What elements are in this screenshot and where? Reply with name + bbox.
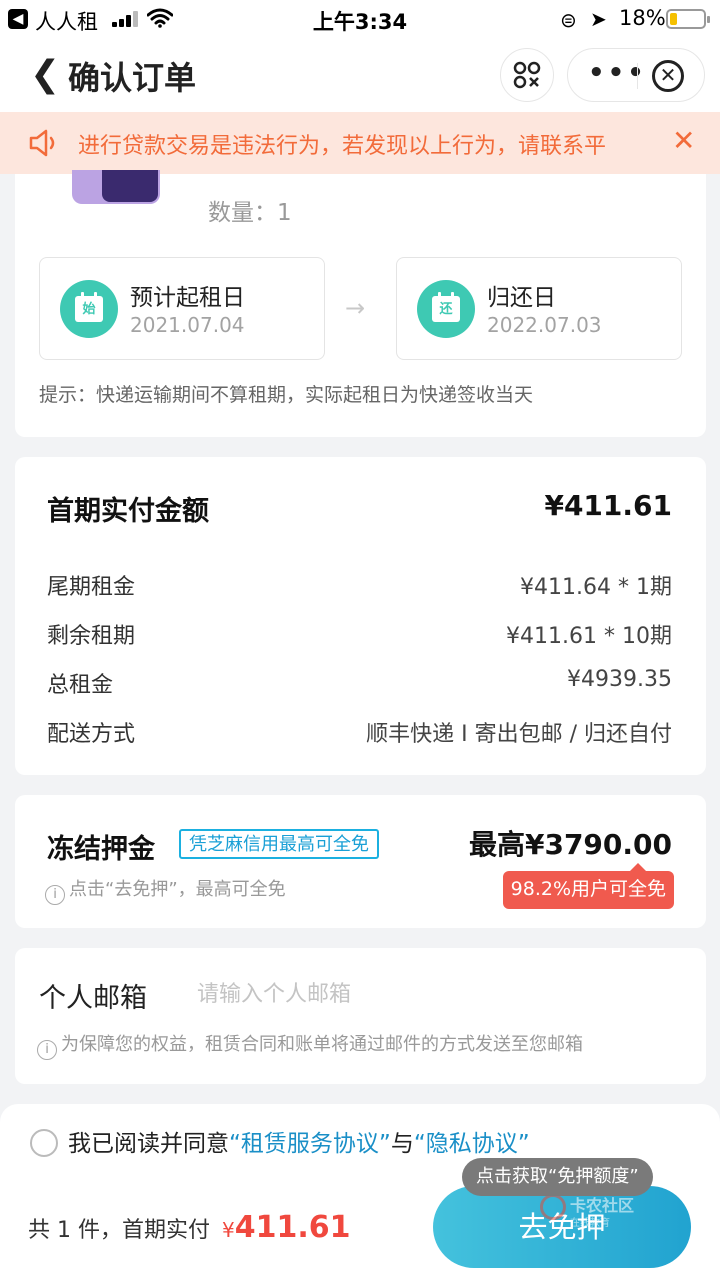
deposit-label: 冻结押金	[47, 834, 155, 865]
bottom-bar: 我已阅读并同意“租赁服务协议”与“隐私协议” 点击获取“免押额度” 共 1 件，…	[0, 1104, 720, 1280]
deposit-card: 冻结押金 凭芝麻信用最高可全免 最高¥3790.00 i 点击“去免押”，最高可全…	[15, 795, 706, 928]
watermark-subtitle: 在线教育	[570, 1218, 610, 1229]
payment-row-value: ¥4939.35	[567, 667, 672, 692]
email-label: 个人邮箱	[39, 983, 147, 1014]
total-price: ¥411.61	[221, 1210, 351, 1245]
agree-radio[interactable]	[30, 1129, 58, 1157]
total-summary: 共 1 件，首期实付 ¥411.61	[28, 1210, 351, 1245]
order-info-card: 数量：1 始 预计起租日 2021.07.04 → 还 归还日 2022.07.…	[15, 170, 706, 437]
watermark-logo-icon	[540, 1194, 566, 1220]
agreement-row: 我已阅读并同意“租赁服务协议”与“隐私协议”	[30, 1124, 530, 1158]
battery-percent: 18%	[619, 6, 666, 30]
deposit-tag: 凭芝麻信用最高可全免	[179, 829, 379, 859]
rotation-lock-icon: ⊜	[560, 8, 577, 32]
notice-text: 进行贷款交易是违法行为，若发现以上行为，请联系平	[78, 134, 607, 159]
rent-start-label: 预计起租日	[130, 285, 245, 311]
payment-row-label: 总租金	[47, 673, 114, 698]
rent-end-label: 归还日	[487, 285, 556, 311]
deposit-free-badge: 98.2%用户可全免	[502, 863, 674, 909]
clock: 上午3:34	[312, 10, 408, 34]
more-dots-icon[interactable]: •••	[588, 58, 647, 88]
rent-start-box: 始 预计起租日 2021.07.04	[39, 257, 325, 360]
location-icon: ➤	[590, 7, 607, 31]
product-quantity: 数量：1	[208, 200, 292, 226]
rent-end-date: 2022.07.03	[487, 313, 602, 337]
arrow-right-icon: →	[345, 294, 366, 322]
payment-row-label: 剩余租期	[47, 624, 136, 649]
rent-end-box: 还 归还日 2022.07.03	[396, 257, 682, 360]
payment-row-label: 尾期租金	[47, 575, 136, 600]
deposit-amount: 最高¥3790.00	[468, 828, 672, 861]
battery-icon	[666, 9, 710, 29]
rental-agreement-link[interactable]: “租赁服务协议”	[229, 1131, 391, 1157]
payment-row: 剩余租期 ¥411.61 * 10期	[47, 618, 672, 649]
calendar-end-icon: 还	[417, 280, 475, 338]
calendar-start-icon: 始	[60, 280, 118, 338]
rent-tip: 提示：快递运输期间不算租期，实际起租日为快递签收当天	[39, 384, 534, 406]
deposit-note: i 点击“去免押”，最高可全免	[45, 875, 286, 905]
page-title: 确认订单	[68, 59, 197, 97]
speaker-icon	[29, 129, 55, 157]
close-circle-icon[interactable]: ✕	[652, 60, 684, 92]
notice-bar: 进行贷款交易是违法行为，若发现以上行为，请联系平 ✕	[0, 112, 720, 174]
email-card: 个人邮箱 i为保障您的权益，租赁合同和账单将通过邮件的方式发送至您邮箱	[15, 948, 706, 1084]
mini-program-capsule: ••• ✕	[567, 48, 705, 102]
total-label: 共 1 件，首期实付	[28, 1218, 210, 1243]
payment-row-value: ¥411.64 * 1期	[520, 575, 672, 600]
payment-row: 总租金 ¥4939.35	[47, 667, 672, 698]
payment-row: 配送方式 顺丰快递 I 寄出包邮 / 归还自付	[47, 716, 672, 747]
privacy-agreement-link[interactable]: “隐私协议”	[414, 1131, 530, 1157]
status-bar: ◀ 人人租 上午3:34 ⊜ ➤ 18%	[0, 0, 720, 40]
info-icon: i	[45, 885, 65, 905]
rent-start-date: 2021.07.04	[130, 313, 245, 337]
agree-prefix: 我已阅读并同意	[68, 1131, 229, 1157]
payment-card: 首期实付金额 ¥411.61 尾期租金 ¥411.64 * 1期 剩余租期 ¥4…	[15, 457, 706, 775]
payment-row-value: ¥411.61 * 10期	[506, 624, 672, 649]
chevron-left-icon[interactable]: ❮	[30, 54, 60, 95]
watermark: 卡农社区 在线教育	[540, 1192, 688, 1232]
payment-row: 尾期租金 ¥411.64 * 1期	[47, 569, 672, 600]
first-payment-value: ¥411.61	[544, 489, 672, 522]
payment-row-label: 配送方式	[47, 722, 136, 747]
capsule-divider	[637, 63, 638, 89]
product-image	[72, 170, 160, 204]
first-payment-label: 首期实付金额	[47, 496, 209, 527]
scan-icon[interactable]	[500, 48, 554, 102]
payment-row-value: 顺丰快递 I 寄出包邮 / 归还自付	[366, 722, 672, 747]
info-icon: i	[37, 1040, 57, 1060]
notice-close-icon[interactable]: ✕	[672, 124, 695, 157]
deposit-tooltip: 点击获取“免押额度”	[462, 1158, 653, 1196]
email-note: i 为保障您的权益，租赁合同和账单将通过邮件的方式发送至您邮箱	[37, 1030, 583, 1060]
agree-mid: 与	[390, 1131, 414, 1157]
nav-bar: ❮ 确认订单 ••• ✕	[0, 40, 720, 112]
email-input[interactable]	[197, 976, 667, 1012]
